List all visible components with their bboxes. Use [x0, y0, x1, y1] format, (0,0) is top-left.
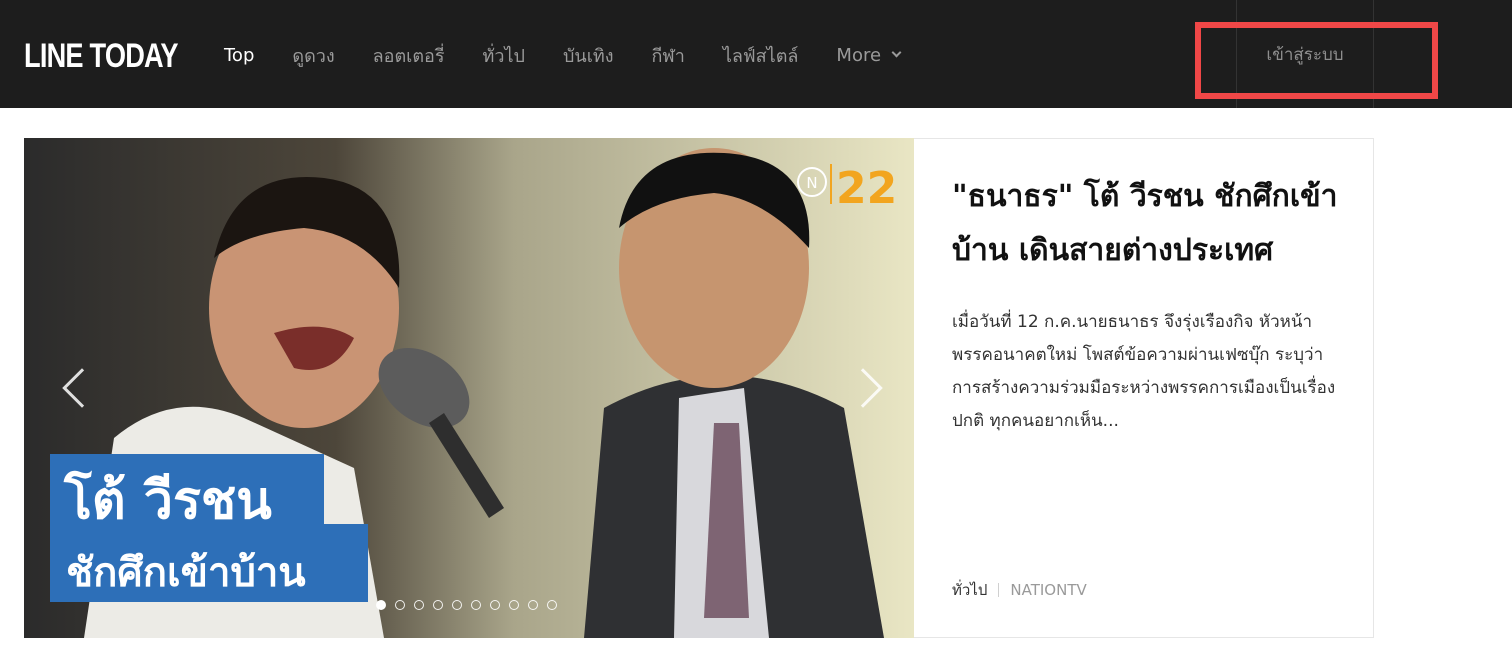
overlay-line1: โต้ วีรชน: [63, 469, 272, 531]
article-headline[interactable]: "ธนาธร" โต้ วีรชน ชักศึกเข้าบ้าน เดินสาย…: [952, 170, 1342, 278]
carousel-dot[interactable]: [490, 600, 500, 610]
hero-image[interactable]: N 22 โต้ วีรชน ชักศึกเข้าบ้าน: [24, 138, 914, 638]
carousel-dot[interactable]: [395, 600, 405, 610]
article-text: "ธนาธร" โต้ วีรชน ชักศึกเข้าบ้าน เดินสาย…: [952, 170, 1342, 438]
nav-item-lottery[interactable]: ลอตเตอรี่: [373, 41, 445, 70]
carousel-dot[interactable]: [528, 600, 538, 610]
nav-item-general[interactable]: ทั่วไป: [483, 41, 525, 70]
carousel-dot[interactable]: [452, 600, 462, 610]
nav-item-entertainment[interactable]: บันเทิง: [563, 41, 614, 70]
nav-item-horoscope[interactable]: ดูดวง: [292, 41, 334, 70]
carousel-dot[interactable]: [376, 600, 386, 610]
carousel-dot[interactable]: [433, 600, 443, 610]
meta-separator: [998, 583, 1000, 597]
nav-more-dropdown[interactable]: More: [836, 44, 902, 66]
nav-item-lifestyle[interactable]: ไลฟ์สไตล์: [723, 41, 799, 70]
article-summary: เมื่อวันที่ 12 ก.ค.นายธนาธร จึงรุ่งเรือง…: [952, 312, 1336, 431]
carousel-dots: [376, 600, 566, 610]
carousel-dot[interactable]: [414, 600, 424, 610]
chevron-down-icon: [891, 47, 902, 58]
channel-badge-bar: [830, 164, 832, 204]
main-nav: Top ดูดวง ลอตเตอรี่ ทั่วไป บันเทิง กีฬา …: [224, 38, 938, 72]
nav-item-sports[interactable]: กีฬา: [652, 41, 685, 70]
channel-badge-number: 22: [836, 163, 897, 214]
carousel-dot[interactable]: [547, 600, 557, 610]
carousel-dot[interactable]: [471, 600, 481, 610]
article-category[interactable]: ทั่วไป: [952, 578, 987, 602]
login-highlight-box: [1195, 22, 1438, 99]
article-meta: ทั่วไป NATIONTV: [952, 578, 1087, 602]
carousel-dot[interactable]: [509, 600, 519, 610]
nav-item-top[interactable]: Top: [224, 45, 254, 66]
channel-badge-letter: N: [806, 174, 817, 192]
overlay-line2: ชักศึกเข้าบ้าน: [66, 550, 306, 596]
article-source[interactable]: NATIONTV: [1010, 581, 1086, 599]
line-today-logo[interactable]: LINE TODAY: [24, 36, 179, 76]
nav-more-label: More: [836, 44, 882, 66]
hero-photo: N 22 โต้ วีรชน ชักศึกเข้าบ้าน: [24, 138, 914, 638]
